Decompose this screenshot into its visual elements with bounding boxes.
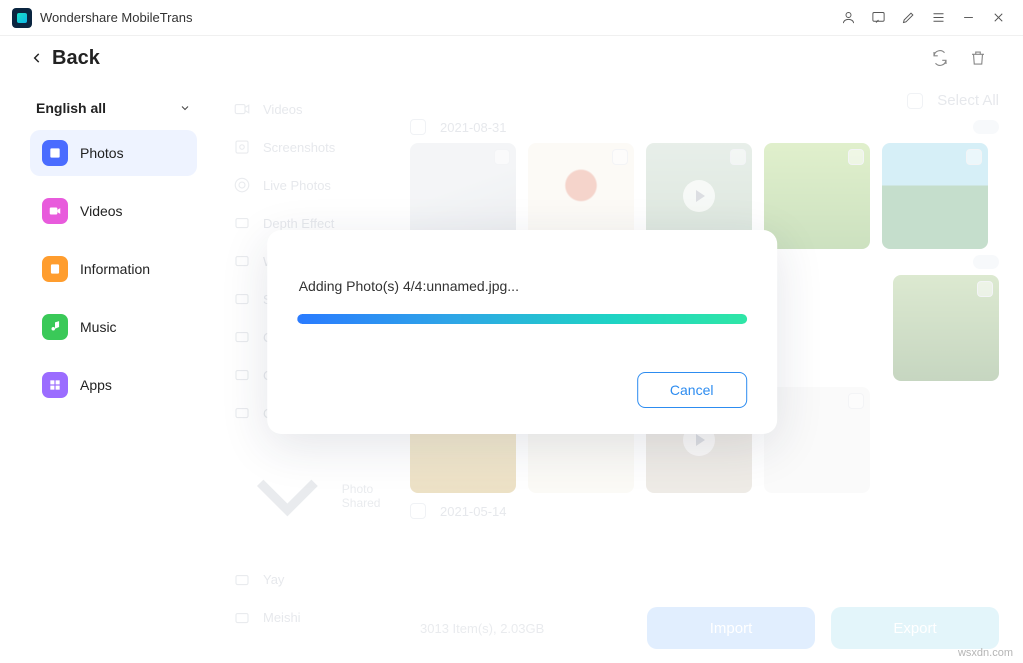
sub-item-screenshots[interactable]: Screenshots — [229, 128, 396, 166]
thumb-checkbox[interactable] — [848, 393, 864, 409]
sidebar-item-music[interactable]: Music — [30, 304, 197, 350]
sidebar-item-label: Photos — [80, 145, 124, 161]
close-icon[interactable] — [985, 5, 1011, 31]
photos-icon — [42, 140, 68, 166]
date-checkbox[interactable] — [410, 503, 426, 519]
date-group-1[interactable]: 2021-08-31 — [410, 115, 999, 143]
count-badge — [973, 120, 999, 134]
photo-thumbnail[interactable] — [893, 275, 999, 381]
photo-thumbnail[interactable] — [764, 387, 870, 493]
sidebar-item-label: Music — [80, 319, 117, 335]
chevron-down-icon — [179, 102, 191, 114]
sidebar-item-information[interactable]: Information — [30, 246, 197, 292]
select-all-label: Select All — [937, 92, 999, 109]
titlebar: Wondershare MobileTrans — [0, 0, 1023, 36]
sub-item-meishi[interactable]: Meishi — [229, 599, 396, 637]
edit-icon[interactable] — [895, 5, 921, 31]
music-icon — [42, 314, 68, 340]
refresh-icon[interactable] — [925, 43, 955, 73]
content-footer: 3013 Item(s), 2.03GB Import Export — [410, 607, 999, 649]
sidebar-header-label: English all — [36, 100, 106, 116]
watermark: wsxdn.com — [958, 647, 1013, 659]
date-checkbox[interactable] — [410, 119, 426, 135]
feedback-icon[interactable] — [865, 5, 891, 31]
thumb-checkbox[interactable] — [977, 281, 993, 297]
app-title: Wondershare MobileTrans — [40, 10, 192, 25]
play-icon — [683, 180, 715, 212]
app-logo — [12, 8, 32, 28]
thumb-checkbox[interactable] — [612, 149, 628, 165]
user-icon[interactable] — [835, 5, 861, 31]
back-button[interactable]: Back — [30, 47, 100, 70]
thumb-checkbox[interactable] — [966, 149, 982, 165]
footer-info: 3013 Item(s), 2.03GB — [420, 621, 544, 636]
sidebar-item-videos[interactable]: Videos — [30, 188, 197, 234]
back-row: Back — [0, 36, 1023, 80]
dialog-message: Adding Photo(s) 4/4:unnamed.jpg... — [297, 278, 747, 294]
sidebar-item-label: Apps — [80, 377, 112, 393]
import-button[interactable]: Import — [647, 607, 815, 649]
sub-section-photoshared[interactable]: Photo Shared — [229, 432, 396, 561]
sidebar-item-label: Information — [80, 261, 150, 277]
thumb-checkbox[interactable] — [848, 149, 864, 165]
minimize-icon[interactable] — [955, 5, 981, 31]
chevron-down-icon — [233, 442, 342, 551]
sub-item-yay[interactable]: Yay — [229, 561, 396, 599]
cancel-button[interactable]: Cancel — [637, 372, 747, 408]
trash-icon[interactable] — [963, 43, 993, 73]
sidebar-dropdown[interactable]: English all — [30, 92, 197, 130]
select-all-row[interactable]: Select All — [410, 90, 999, 115]
thumb-checkbox[interactable] — [494, 149, 510, 165]
videos-icon — [42, 198, 68, 224]
back-label: Back — [52, 47, 100, 70]
apps-icon — [42, 372, 68, 398]
select-all-checkbox[interactable] — [907, 93, 923, 109]
photo-thumbnail[interactable] — [764, 143, 870, 249]
progress-fill — [297, 314, 747, 324]
information-icon — [42, 256, 68, 282]
photo-thumbnail[interactable] — [882, 143, 988, 249]
date-label: 2021-05-14 — [440, 504, 507, 519]
menu-icon[interactable] — [925, 5, 951, 31]
progress-dialog: Adding Photo(s) 4/4:unnamed.jpg... Cance… — [267, 230, 777, 434]
date-group-2[interactable]: 2021-05-14 — [410, 499, 999, 527]
thumb-checkbox[interactable] — [730, 149, 746, 165]
sidebar-item-photos[interactable]: Photos — [30, 130, 197, 176]
sub-item-videos[interactable]: Videos — [229, 90, 396, 128]
count-badge — [973, 255, 999, 269]
category-sidebar: English all Photos Videos Information Mu… — [0, 80, 215, 663]
progress-bar — [297, 314, 747, 324]
sidebar-item-label: Videos — [80, 203, 123, 219]
sub-item-livephotos[interactable]: Live Photos — [229, 166, 396, 204]
sidebar-item-apps[interactable]: Apps — [30, 362, 197, 408]
export-button[interactable]: Export — [831, 607, 999, 649]
date-label: 2021-08-31 — [440, 120, 507, 135]
